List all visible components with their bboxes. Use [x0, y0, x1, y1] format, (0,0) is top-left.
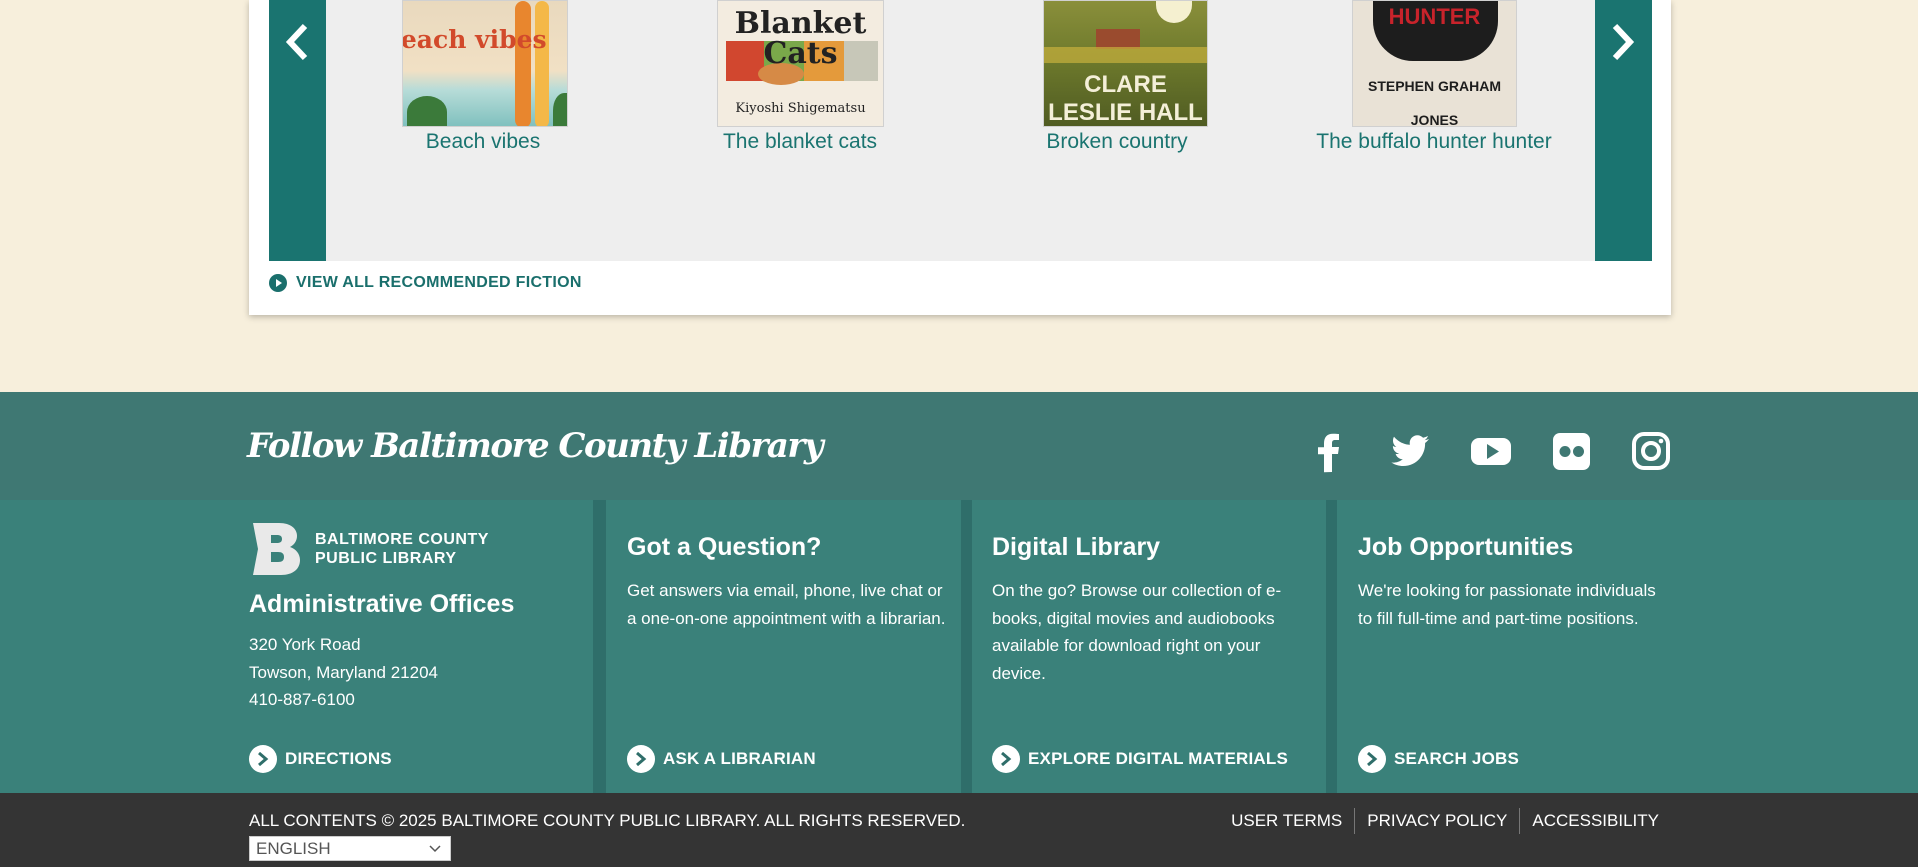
admin-address-line2: Towson, Maryland 21204	[249, 663, 439, 682]
footer-columns: BALTIMORE COUNTY PUBLIC LIBRARY Administ…	[0, 500, 1918, 793]
chevron-left-icon	[285, 23, 308, 61]
user-terms-link[interactable]: USER TERMS	[1219, 808, 1354, 834]
book-title-link[interactable]: The buffalo hunter hunter	[1294, 130, 1574, 154]
flickr-icon[interactable]	[1550, 429, 1594, 473]
job-opportunities-heading: Job Opportunities	[1358, 533, 1574, 561]
cover-title-text: HUNTER	[1388, 4, 1481, 29]
digital-library-heading: Digital Library	[992, 533, 1161, 561]
job-opportunities-text: We're looking for passionate individuals…	[1358, 581, 1656, 628]
carousel-prev-button[interactable]	[269, 0, 326, 261]
cover-title-text: beach vibes	[402, 25, 547, 54]
cover-title-text: CLARE LESLIE HALL	[1048, 71, 1203, 126]
ask-a-librarian-label: ASK A LIBRARIAN	[663, 749, 816, 768]
bottom-bar: ALL CONTENTS © 2025 BALTIMORE COUNTY PUB…	[0, 793, 1918, 867]
youtube-icon[interactable]	[1469, 429, 1513, 473]
digital-library-column: Digital Library On the go? Browse our co…	[972, 500, 1326, 793]
chevron-circle-icon	[249, 745, 277, 773]
admin-offices-column: BALTIMORE COUNTY PUBLIC LIBRARY Administ…	[0, 500, 593, 793]
recommended-fiction-card: beach vibes Beach vibes Blanket Cats Kiy…	[249, 0, 1671, 315]
job-opportunities-column: Job Opportunities We're looking for pass…	[1337, 500, 1918, 793]
book-cover[interactable]: Blanket Cats Kiyoshi Shigematsu	[717, 0, 884, 127]
book-cover[interactable]: beach vibes	[402, 0, 568, 127]
play-circle-icon	[269, 274, 287, 292]
book-title-link[interactable]: The blanket cats	[660, 130, 940, 154]
facebook-icon[interactable]	[1307, 429, 1351, 473]
follow-band: Follow Baltimore County Library	[0, 392, 1918, 500]
language-selected-value: ENGLISH	[256, 839, 331, 858]
cover-author-text: Kiyoshi Shigematsu	[735, 101, 866, 116]
explore-digital-materials-label: EXPLORE DIGITAL MATERIALS	[1028, 749, 1289, 768]
book-cover[interactable]: CLARE LESLIE HALL	[1043, 0, 1208, 127]
logo-line1: BALTIMORE COUNTY	[315, 531, 489, 548]
book-title-link[interactable]: Beach vibes	[343, 130, 623, 154]
digital-library-text: On the go? Browse our collection of e-bo…	[992, 581, 1282, 683]
chevron-right-icon	[1612, 23, 1635, 61]
logo-line2: PUBLIC LIBRARY	[315, 550, 457, 567]
book-title-link[interactable]: Broken country	[977, 130, 1257, 154]
accessibility-link[interactable]: ACCESSIBILITY	[1519, 808, 1671, 834]
admin-phone: 410-887-6100	[249, 690, 355, 709]
question-column: Got a Question? Get answers via email, p…	[606, 500, 961, 793]
view-all-recommended-fiction-link[interactable]: VIEW ALL RECOMMENDED FICTION	[269, 274, 582, 292]
explore-digital-materials-link[interactable]: EXPLORE DIGITAL MATERIALS	[992, 745, 1288, 773]
privacy-policy-link[interactable]: PRIVACY POLICY	[1354, 808, 1519, 834]
search-jobs-link[interactable]: SEARCH JOBS	[1358, 745, 1519, 773]
cover-title-text: Blanket Cats	[734, 6, 867, 71]
twitter-icon[interactable]	[1388, 429, 1432, 473]
ask-a-librarian-link[interactable]: ASK A LIBRARIAN	[627, 745, 816, 773]
view-all-label: VIEW ALL RECOMMENDED FICTION	[296, 274, 582, 291]
admin-address-line1: 320 York Road	[249, 635, 361, 654]
chevron-circle-icon	[1358, 745, 1386, 773]
admin-offices-heading: Administrative Offices	[249, 590, 515, 618]
cover-author-text: STEPHEN GRAHAM JONES	[1367, 78, 1501, 127]
copyright-text: ALL CONTENTS © 2025 BALTIMORE COUNTY PUB…	[249, 811, 966, 830]
search-jobs-label: SEARCH JOBS	[1394, 749, 1520, 768]
question-heading: Got a Question?	[627, 533, 822, 561]
language-select[interactable]: ENGLISH	[249, 836, 451, 861]
chevron-circle-icon	[627, 745, 655, 773]
book-carousel: beach vibes Beach vibes Blanket Cats Kiy…	[269, 0, 1652, 261]
question-text: Get answers via email, phone, live chat …	[627, 581, 946, 628]
directions-label: DIRECTIONS	[285, 749, 392, 768]
chevron-down-icon	[429, 845, 441, 853]
chevron-circle-icon	[992, 745, 1020, 773]
bcpl-logo-icon	[253, 523, 300, 575]
follow-title: Follow Baltimore County Library	[247, 426, 824, 466]
instagram-icon[interactable]	[1629, 429, 1673, 473]
legal-links: USER TERMS PRIVACY POLICY ACCESSIBILITY	[1219, 808, 1671, 834]
carousel-next-button[interactable]	[1595, 0, 1652, 261]
directions-link[interactable]: DIRECTIONS	[249, 745, 392, 773]
book-cover[interactable]: HUNTER STEPHEN GRAHAM JONES	[1352, 0, 1517, 127]
